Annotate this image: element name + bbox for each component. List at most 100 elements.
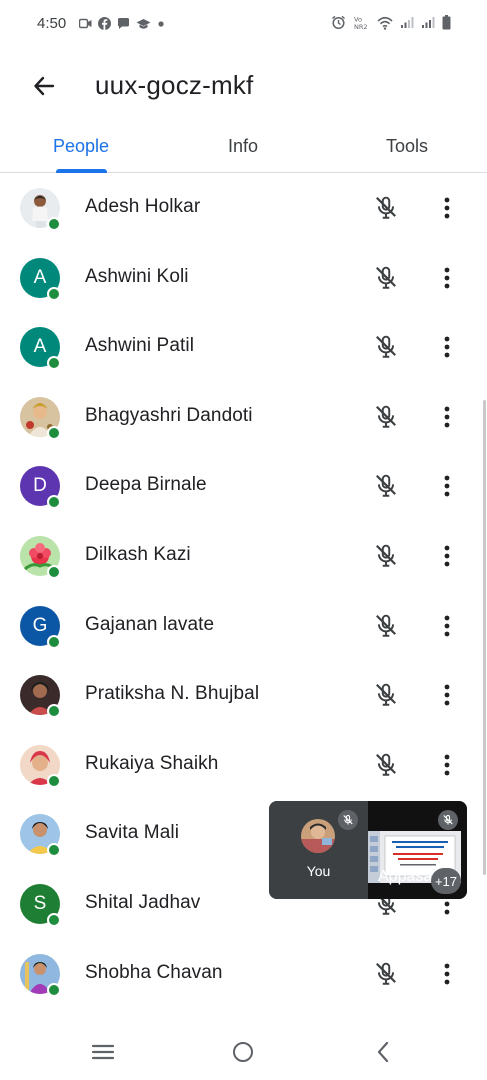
presenter-label: Appasa bbox=[378, 868, 433, 885]
participant-name: Pratiksha N. Bhujbal bbox=[85, 683, 260, 705]
more-vert-icon bbox=[444, 336, 450, 358]
mute-status-button[interactable] bbox=[370, 192, 402, 224]
participant-name: Bhagyashri Dandoti bbox=[85, 404, 253, 426]
mic-off-icon bbox=[376, 962, 396, 985]
participant-options-button[interactable] bbox=[436, 679, 458, 711]
participant-row[interactable]: Rukaiya Shaikh bbox=[0, 730, 487, 800]
participant-options-button[interactable] bbox=[436, 540, 458, 572]
participant-options-button[interactable] bbox=[436, 610, 458, 642]
participant-row[interactable]: Bhagyashri Dandoti bbox=[0, 382, 487, 452]
mic-off-icon bbox=[376, 475, 396, 498]
avatar-initial: D bbox=[33, 475, 47, 497]
more-vert-icon bbox=[444, 615, 450, 636]
online-status-dot bbox=[47, 704, 61, 719]
battery-icon bbox=[442, 15, 451, 30]
mute-status-button[interactable] bbox=[370, 610, 402, 642]
mute-status-button[interactable] bbox=[370, 679, 402, 711]
system-back-button[interactable] bbox=[363, 1034, 403, 1070]
participant-name: Rukaiya Shaikh bbox=[85, 752, 219, 774]
more-vert-icon bbox=[444, 197, 450, 219]
system-icons: Vo NR2 bbox=[331, 15, 451, 30]
pip-window[interactable]: You Appasa +17 bbox=[269, 801, 467, 899]
participant-row[interactable]: Dilkash Kazi bbox=[0, 521, 487, 591]
mute-status-button[interactable] bbox=[370, 958, 402, 990]
meeting-title: uux-gocz-mkf bbox=[95, 70, 254, 100]
participant-options-button[interactable] bbox=[436, 401, 458, 433]
more-vert-icon bbox=[444, 267, 450, 288]
home-button[interactable] bbox=[223, 1034, 263, 1070]
avatar-initial: G bbox=[32, 614, 48, 636]
self-avatar bbox=[301, 819, 335, 853]
participant-row[interactable]: D Deepa Birnale bbox=[0, 451, 487, 521]
online-status-dot bbox=[47, 634, 61, 649]
chevron-left-icon bbox=[377, 1041, 389, 1063]
mic-off-icon bbox=[376, 544, 396, 567]
online-status-dot bbox=[47, 564, 61, 579]
tab-tools[interactable]: Tools bbox=[372, 120, 442, 172]
mic-off-icon bbox=[376, 335, 396, 358]
app-bar: uux-gocz-mkf bbox=[0, 50, 487, 120]
participant-options-button[interactable] bbox=[436, 262, 458, 294]
system-nav-bar bbox=[0, 1024, 487, 1080]
mic-off-icon bbox=[376, 683, 396, 706]
participant-options-button[interactable] bbox=[436, 331, 458, 363]
self-label: You bbox=[306, 863, 331, 879]
home-icon bbox=[233, 1042, 253, 1062]
more-vert-icon bbox=[444, 963, 450, 984]
svg-text:NR2: NR2 bbox=[354, 23, 368, 30]
mute-status-button[interactable] bbox=[370, 749, 402, 781]
participant-options-button[interactable] bbox=[436, 749, 458, 781]
online-status-dot bbox=[47, 495, 61, 510]
tab-people[interactable]: People bbox=[40, 120, 122, 172]
participant-row[interactable]: A Ashwini Koli bbox=[0, 243, 487, 313]
online-status-dot bbox=[47, 773, 61, 788]
chat-bubble-icon bbox=[118, 18, 129, 29]
alarm-icon bbox=[332, 15, 345, 30]
participant-name: Dilkash Kazi bbox=[85, 543, 191, 565]
signal-icon bbox=[401, 17, 414, 28]
mute-status-button[interactable] bbox=[370, 470, 402, 502]
video-icon bbox=[79, 18, 92, 29]
tab-info[interactable]: Info bbox=[208, 120, 278, 172]
signal-icon-2 bbox=[422, 17, 435, 28]
scrollbar[interactable] bbox=[483, 400, 486, 875]
mute-status-button[interactable] bbox=[370, 262, 402, 294]
pip-self-tile: You bbox=[269, 801, 368, 899]
online-status-dot bbox=[47, 843, 61, 858]
participant-row[interactable]: Adesh Holkar bbox=[0, 173, 487, 243]
recents-icon bbox=[91, 1044, 115, 1060]
self-mic-off-icon bbox=[338, 810, 358, 830]
participant-row[interactable]: Pratiksha N. Bhujbal bbox=[0, 660, 487, 730]
online-status-dot bbox=[47, 217, 61, 231]
tab-bar: People Info Tools bbox=[0, 120, 487, 173]
notification-icons bbox=[79, 17, 165, 30]
more-vert-icon bbox=[444, 406, 450, 428]
volte-icon: VoNR2 bbox=[354, 16, 368, 31]
mute-status-button[interactable] bbox=[370, 401, 402, 433]
participant-options-button[interactable] bbox=[436, 470, 458, 502]
status-bar: 4:50 Vo NR2 bbox=[0, 0, 487, 50]
online-status-dot bbox=[47, 912, 61, 927]
recents-button[interactable] bbox=[83, 1034, 123, 1070]
participant-row[interactable]: G Gajanan lavate bbox=[0, 591, 487, 661]
pip-presenter-tile: Appasa +17 bbox=[368, 801, 467, 899]
mic-off-icon bbox=[376, 753, 396, 776]
mic-off-icon bbox=[376, 614, 396, 637]
participant-row[interactable]: A Ashwini Patil bbox=[0, 312, 487, 382]
more-vert-icon bbox=[444, 754, 450, 776]
participant-options-button[interactable] bbox=[436, 192, 458, 224]
participant-options-button[interactable] bbox=[436, 958, 458, 990]
status-time: 4:50 bbox=[37, 15, 67, 32]
participant-name: Ashwini Koli bbox=[85, 265, 189, 287]
mute-status-button[interactable] bbox=[370, 331, 402, 363]
back-button[interactable] bbox=[26, 68, 62, 104]
online-status-dot bbox=[47, 356, 61, 371]
participant-name: Savita Mali bbox=[85, 822, 180, 844]
mute-status-button[interactable] bbox=[370, 540, 402, 572]
dot-icon bbox=[158, 20, 164, 27]
more-vert-icon bbox=[444, 545, 450, 567]
participant-row[interactable]: Shobha Chavan bbox=[0, 939, 487, 1009]
online-status-dot bbox=[47, 425, 61, 440]
participant-name: Shobha Chavan bbox=[85, 961, 223, 983]
mic-off-icon bbox=[376, 405, 396, 428]
